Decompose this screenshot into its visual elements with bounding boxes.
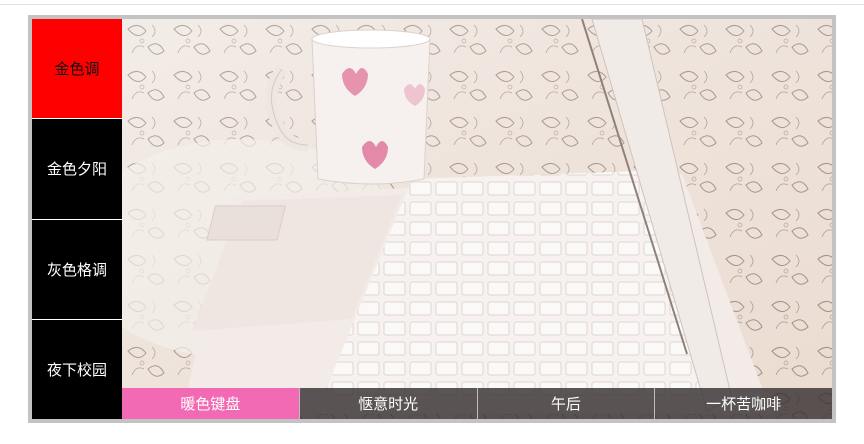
slide-caption-tabs: 暖色键盘 惬意时光 午后 一杯苦咖啡 (122, 388, 832, 419)
laptop-mug-photo (122, 19, 832, 419)
tab-label: 午后 (550, 395, 581, 413)
sidebar-item-golden-tone[interactable]: 金色调 (32, 19, 122, 119)
sidebar-item-golden-sunset[interactable]: 金色夕阳 (32, 119, 122, 219)
tab-bitter-coffee[interactable]: 一杯苦咖啡 (654, 388, 832, 419)
sidebar-item-grey-style[interactable]: 灰色格调 (32, 219, 122, 319)
sidebar-item-label: 金色调 (54, 60, 100, 79)
tab-label: 暖色键盘 (180, 395, 241, 413)
slide-image (122, 19, 832, 419)
top-divider (0, 4, 864, 5)
sidebar-item-label: 金色夕阳 (46, 160, 107, 179)
sidebar-item-label: 夜下校园 (46, 360, 107, 379)
tab-warm-keyboard[interactable]: 暖色键盘 (122, 388, 299, 419)
tab-label: 一杯苦咖啡 (706, 395, 782, 413)
sidebar-item-campus-night[interactable]: 夜下校园 (32, 319, 122, 419)
tab-label: 惬意时光 (358, 395, 419, 413)
tab-afternoon[interactable]: 午后 (476, 388, 655, 419)
tab-cozy-time[interactable]: 惬意时光 (298, 388, 477, 419)
sidebar-item-label: 灰色格调 (46, 260, 107, 279)
category-sidebar: 金色调 金色夕阳 灰色格调 夜下校园 (32, 19, 122, 419)
